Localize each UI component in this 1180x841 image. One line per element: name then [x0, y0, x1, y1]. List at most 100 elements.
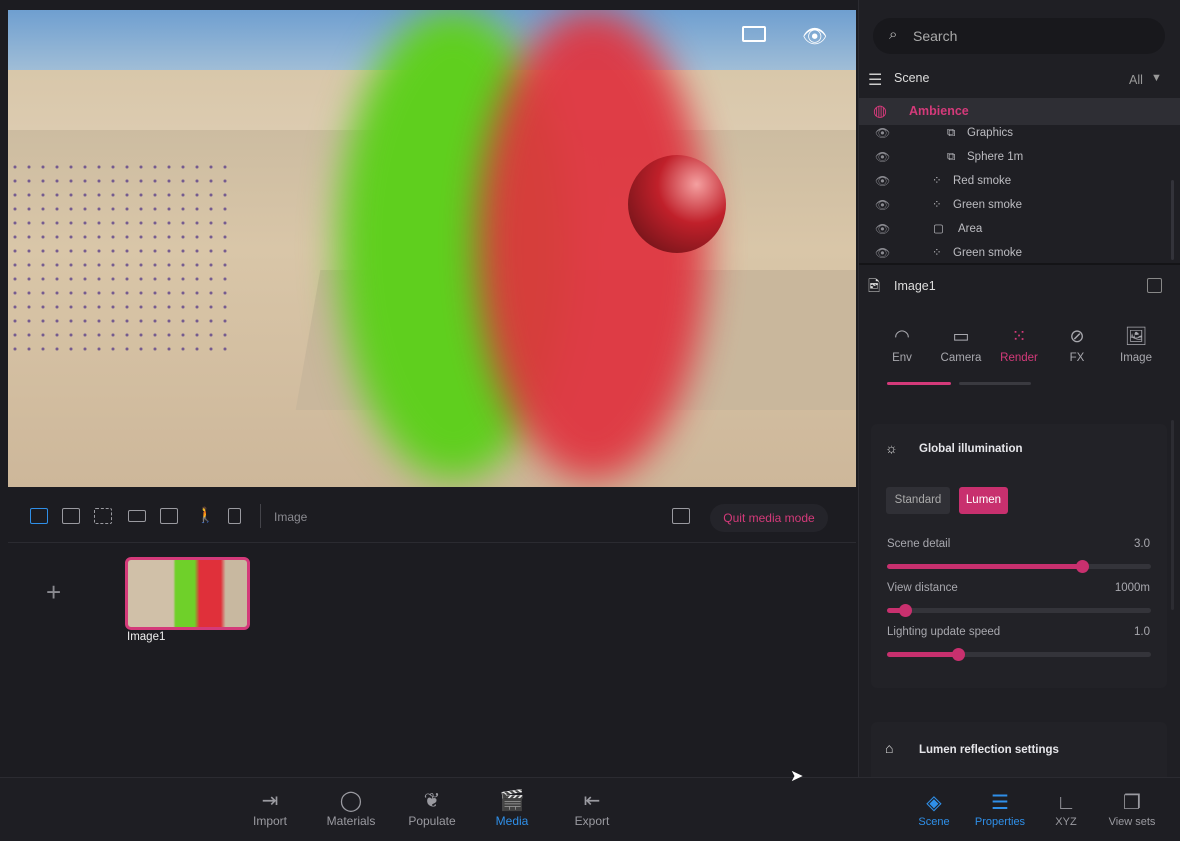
media-button[interactable]: 🎬 Media: [490, 790, 534, 828]
object-name: Image1: [894, 279, 936, 293]
visibility-icon[interactable]: 👁: [875, 169, 890, 193]
panorama-icon[interactable]: [128, 510, 146, 522]
divider: [260, 504, 261, 528]
slider-track[interactable]: [887, 648, 1151, 661]
visibility-icon[interactable]: 👁: [875, 145, 890, 169]
media-item-label: Image1: [127, 631, 166, 643]
standard-mode-button[interactable]: Standard: [886, 487, 950, 514]
image-sets-icon[interactable]: [160, 508, 178, 524]
tree-scrollbar[interactable]: [1171, 180, 1174, 260]
tree-item[interactable]: 👁 ⁘ Red smoke: [859, 169, 1169, 193]
particles-icon: ⁘: [932, 199, 942, 211]
video-mode-icon[interactable]: [62, 508, 80, 524]
tab-fx[interactable]: ⊘ FX: [1048, 326, 1106, 364]
tab-scroll-indicator[interactable]: [959, 382, 1031, 385]
list-icon[interactable]: [228, 508, 241, 524]
materials-button[interactable]: ◯ Materials: [320, 790, 382, 828]
populate-button[interactable]: ❦ Populate: [404, 790, 460, 828]
filter-dropdown[interactable]: All: [1129, 73, 1143, 87]
lumen-mode-button[interactable]: Lumen: [959, 487, 1008, 514]
group-icon: ⧉: [947, 127, 956, 139]
reflection-icon: ⌂: [885, 740, 894, 756]
search-input[interactable]: ⌕ Search: [873, 18, 1165, 54]
render-icon: ⁙: [1011, 326, 1027, 346]
media-gallery: + Image1: [8, 543, 856, 777]
add-media-button[interactable]: +: [46, 577, 61, 608]
slider-track[interactable]: [887, 604, 1151, 617]
lumen-reflection-section[interactable]: ⌂ Lumen reflection settings: [871, 722, 1167, 777]
slider-label: Scene detail: [887, 538, 951, 550]
chevron-down-icon[interactable]: ▼: [1151, 72, 1162, 84]
picture-in-picture-icon[interactable]: [672, 508, 690, 524]
scene-panel-button[interactable]: ◈ Scene: [914, 792, 954, 828]
slider-value: 3.0: [1134, 538, 1150, 550]
3d-viewport[interactable]: 👁: [8, 10, 856, 487]
tree-item[interactable]: 👁 ⁘ Green smoke: [859, 193, 1169, 217]
right-panel: ⌕ Search ☰ Scene All ▼ ◍ Ambience 👁 ⧉ Grap…: [858, 0, 1180, 777]
properties-scrollbar[interactable]: [1171, 420, 1174, 610]
panel-toggle-icon[interactable]: [742, 26, 766, 42]
area-icon: ▢: [933, 223, 944, 235]
view-sets-icon: ❐: [1123, 792, 1141, 814]
import-icon: ⇥: [261, 790, 279, 812]
quit-media-mode-button[interactable]: Quit media mode: [710, 504, 828, 532]
media-toolbar: 🚶 Image Quit media mode: [8, 490, 856, 543]
axis-icon: ∟: [1056, 792, 1076, 814]
properties-icon: ☰: [991, 792, 1009, 814]
tab-render[interactable]: ⁙ Render: [990, 326, 1048, 364]
tab-image[interactable]: 🖼 Image: [1107, 326, 1165, 364]
split-panel-icon[interactable]: [1147, 278, 1162, 293]
search-placeholder: Search: [913, 28, 958, 44]
slider-value: 1.0: [1134, 626, 1150, 638]
media-icon: 🎬: [499, 790, 525, 812]
image-object-icon: 🖻: [868, 278, 881, 295]
env-icon: ◠: [894, 326, 910, 346]
eye-icon[interactable]: 👁: [802, 24, 827, 49]
view-sets-button[interactable]: ❐ View sets: [1102, 792, 1162, 828]
slider-value: 1000m: [1114, 582, 1150, 594]
import-button[interactable]: ⇥ Import: [245, 790, 295, 828]
section-label: Image: [274, 510, 308, 524]
export-button[interactable]: ⇤ Export: [568, 790, 616, 828]
sphere: [628, 155, 726, 253]
slider-label: Lighting update speed: [887, 626, 1001, 638]
export-icon: ⇤: [583, 790, 601, 812]
tab-env[interactable]: ◠ Env: [873, 326, 931, 364]
global-illumination-section: ☼ Global illumination Standard Lumen: [871, 424, 1167, 688]
walkthrough-icon[interactable]: 🚶: [196, 506, 215, 524]
tree-item[interactable]: 👁 ⁘ Green smoke: [859, 241, 1169, 265]
tab-indicator: [887, 382, 951, 385]
sequence-icon[interactable]: [94, 508, 112, 524]
image-mode-icon[interactable]: [30, 508, 48, 524]
properties-panel-button[interactable]: ☰ Properties: [970, 792, 1030, 828]
visibility-icon[interactable]: 👁: [875, 193, 890, 217]
slider-fill: [887, 564, 1083, 569]
populate-icon: ❦: [423, 790, 441, 812]
visibility-icon[interactable]: 👁: [875, 121, 890, 145]
tree-item[interactable]: 👁 ⧉ Sphere 1m: [859, 145, 1169, 169]
divider: [859, 263, 1180, 265]
materials-icon: ◯: [339, 790, 363, 812]
layers-icon: ◈: [926, 792, 942, 814]
group-icon: ⧉: [947, 151, 956, 163]
visibility-icon[interactable]: 👁: [875, 241, 890, 265]
camera-icon: ▭: [952, 326, 970, 346]
flowers: [8, 160, 228, 360]
tab-camera[interactable]: ▭ Camera: [932, 326, 990, 364]
scene-label: Scene: [894, 71, 930, 85]
xyz-button[interactable]: ∟ XYZ: [1050, 792, 1082, 828]
media-thumbnail[interactable]: [125, 557, 250, 630]
particles-icon: ⁘: [932, 247, 942, 259]
mouse-cursor: ➤: [790, 768, 804, 785]
tree-item[interactable]: 👁 ⧉ Graphics: [859, 121, 1169, 145]
particles-icon: ⁘: [932, 175, 942, 187]
slider-fill: [887, 652, 959, 657]
visibility-icon[interactable]: 👁: [875, 217, 890, 241]
bottom-bar: ⇥ Import ◯ Materials ❦ Populate 🎬 Media ⇤ Exp…: [0, 777, 1180, 841]
menu-icon[interactable]: ☰: [868, 70, 882, 90]
tree-item[interactable]: 👁 ▢ Area: [859, 217, 1169, 241]
global-illumination-icon: ☼: [885, 440, 898, 456]
fx-icon: ⊘: [1069, 326, 1085, 346]
search-icon: ⌕: [889, 26, 898, 43]
slider-track[interactable]: [887, 560, 1151, 573]
